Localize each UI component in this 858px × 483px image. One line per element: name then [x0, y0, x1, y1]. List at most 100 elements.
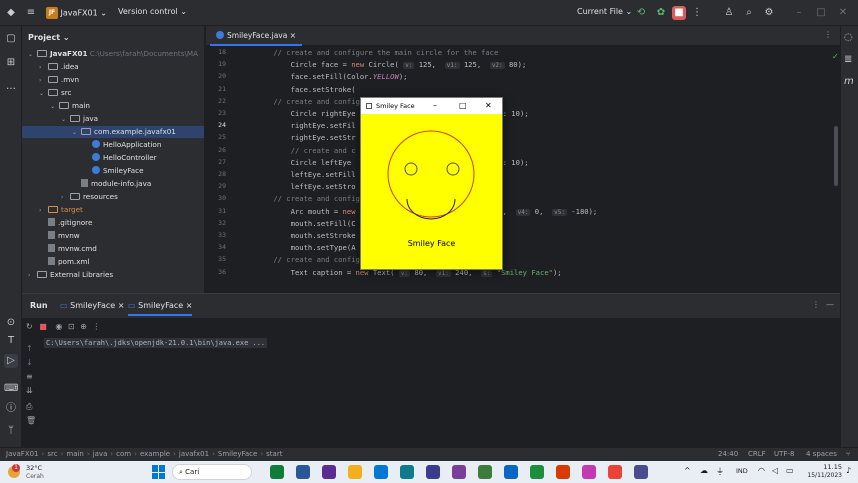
fx-close-icon[interactable]: ✕ [485, 98, 492, 114]
code-line[interactable]: Circle face = new Circle( v: 125, v1: 12… [256, 60, 526, 70]
onedrive-icon[interactable]: ☁ [700, 466, 708, 475]
run-tab-1[interactable]: ▭ SmileyFace × [60, 301, 124, 310]
chevron-icon[interactable]: ⌄ [50, 101, 59, 113]
structure-tool-icon[interactable]: ⊞ [4, 56, 18, 70]
taskbar-app-icon[interactable] [296, 465, 310, 479]
taskbar-app-icon[interactable] [478, 465, 492, 479]
caret-position[interactable]: 24:40 [718, 450, 738, 458]
tree-item[interactable]: ⌄ main [22, 100, 204, 113]
fx-maximize-icon[interactable]: □ [459, 98, 467, 114]
tree-item[interactable]: ⌄ java [22, 113, 204, 126]
clock-date[interactable]: 15/11/2023 [796, 472, 842, 479]
scroll-end-icon[interactable]: ⇊ [26, 386, 33, 395]
battery-icon[interactable]: ▭ [786, 466, 794, 475]
breadcrumb-item[interactable]: src [47, 450, 57, 458]
taskbar-app-icon[interactable] [504, 465, 518, 479]
tree-item[interactable]: › .idea [22, 61, 204, 74]
inspection-ok-icon[interactable]: ✓ [832, 52, 839, 61]
taskbar-search[interactable]: ⌕ Cari [172, 464, 252, 480]
taskbar-app-icon[interactable] [400, 465, 414, 479]
code-line[interactable]: leftEye.setStro [256, 182, 356, 191]
problems-icon[interactable]: ⓘ [4, 402, 18, 416]
taskbar-app-icon[interactable] [608, 465, 622, 479]
taskbar-app-icon[interactable] [426, 465, 440, 479]
settings-icon[interactable]: ⚙ [762, 6, 776, 20]
breadcrumb-item[interactable]: java [93, 450, 108, 458]
more-tools-icon[interactable]: … [4, 80, 18, 94]
chevron-icon[interactable]: › [39, 75, 48, 87]
tree-item[interactable]: › resources [22, 191, 204, 204]
tree-item[interactable]: ⌄ JavaFX01 C:\Users\farah\Documents\MA [22, 48, 204, 61]
code-line[interactable]: leftEye.setFill [256, 170, 356, 179]
fx-minimize-icon[interactable]: – [433, 98, 437, 114]
code-line[interactable]: face.setStroke( [256, 85, 356, 94]
line-separator[interactable]: CRLF [748, 450, 766, 458]
tree-item[interactable]: .gitignore [22, 217, 204, 229]
chevron-icon[interactable]: ⌄ [28, 49, 37, 61]
taskbar-app-icon[interactable] [270, 465, 284, 479]
tree-item[interactable]: › External Libraries [22, 269, 204, 281]
services-icon[interactable]: ⊙ [4, 316, 18, 330]
breadcrumb-item[interactable]: main [66, 450, 84, 458]
breadcrumb-item[interactable]: javafx01 [179, 450, 209, 458]
code-line[interactable]: // create and configure the main circle … [256, 48, 498, 57]
taskbar-app-icon[interactable] [582, 465, 596, 479]
down-icon[interactable]: ↓ [26, 358, 33, 367]
profile-icon[interactable]: ♙ [722, 6, 736, 20]
run-options-icon[interactable]: ⋮ [812, 300, 820, 309]
notifications-icon[interactable]: ◌ [844, 32, 853, 43]
code-line[interactable]: // create and configure [256, 194, 373, 203]
wrap-icon[interactable]: ≡ [26, 372, 33, 381]
console-output[interactable]: C:\Users\farah\.jdks\openjdk-21.0.1\bin\… [44, 338, 268, 348]
breadcrumb-item[interactable]: com [116, 450, 131, 458]
terminal-tool-icon[interactable]: T [4, 334, 18, 348]
database-icon[interactable]: ≣ [844, 54, 852, 65]
tree-item[interactable]: pom.xml [22, 256, 204, 268]
tree-item[interactable]: mvnw.cmd [22, 243, 204, 255]
chevron-icon[interactable]: › [39, 62, 48, 74]
chevron-icon[interactable]: ⌄ [39, 88, 48, 100]
camera-icon[interactable]: ◉ [55, 322, 62, 331]
language-indicator[interactable]: IND [736, 467, 748, 475]
start-icon[interactable] [152, 465, 166, 479]
debug-icon[interactable]: ✿ [654, 6, 668, 20]
run-config-selector[interactable]: Current File ⌄ [577, 7, 632, 16]
search-icon[interactable]: ⌕ [742, 6, 756, 20]
run-tool-icon[interactable]: ▷ [4, 354, 18, 368]
chevron-icon[interactable]: › [61, 192, 70, 204]
breadcrumb-item[interactable]: SmileyFace [218, 450, 257, 458]
dump-icon[interactable]: ⊡ [68, 322, 75, 331]
code-line[interactable]: rightEye.setStr [256, 133, 356, 142]
tree-item[interactable]: › .mvn [22, 74, 204, 87]
code-line[interactable]: mouth.setFill(C [256, 219, 356, 228]
project-switcher[interactable]: JF JavaFX01 ⌄ [46, 7, 107, 19]
tree-item[interactable]: HelloController [22, 152, 204, 164]
git-icon[interactable]: ᛘ [4, 424, 18, 438]
maximize-icon[interactable]: □ [814, 6, 828, 20]
tree-item[interactable]: › target [22, 204, 204, 217]
run-hide-icon[interactable]: — [826, 300, 834, 309]
project-tool-icon[interactable]: ▢ [4, 32, 18, 46]
taskbar-app-icon[interactable] [556, 465, 570, 479]
up-icon[interactable]: ↑ [26, 344, 33, 353]
maven-icon[interactable]: m [844, 76, 854, 87]
volume-icon[interactable]: ◁ [772, 466, 778, 475]
breadcrumb-item[interactable]: start [266, 450, 282, 458]
chevron-icon[interactable]: ⌄ [61, 114, 70, 126]
print-icon[interactable]: ⎙ [26, 402, 32, 412]
close-icon[interactable]: ✕ [836, 6, 850, 20]
tray-chevron-icon[interactable]: ^ [684, 466, 691, 475]
file-encoding[interactable]: UTF-8 [774, 450, 794, 458]
indent-setting[interactable]: 4 spaces [806, 450, 837, 458]
terminal-icon[interactable]: ⌨ [4, 382, 18, 396]
chevron-icon[interactable]: › [39, 205, 48, 217]
wifi-icon[interactable]: ◠ [758, 466, 765, 475]
tree-item[interactable]: SmileyFace [22, 165, 204, 177]
tree-item[interactable]: ⌄ src [22, 87, 204, 100]
taskbar-app-icon[interactable] [530, 465, 544, 479]
tree-item[interactable]: HelloApplication [22, 139, 204, 151]
editor-options-icon[interactable]: ⋮ [824, 30, 832, 39]
code-line[interactable]: // create and configure [256, 97, 373, 106]
notification-bell-icon[interactable]: ♪ [846, 466, 851, 475]
code-line[interactable]: mouth.setStroke [256, 231, 356, 240]
